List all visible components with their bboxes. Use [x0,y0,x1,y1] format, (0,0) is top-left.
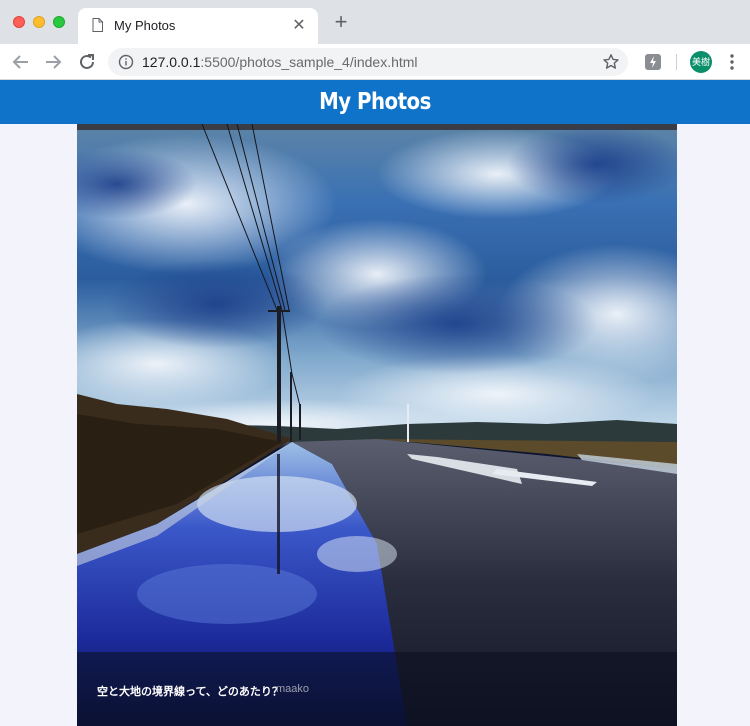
tab-close-icon[interactable]: ✕ [290,15,308,35]
browser-tab-bar: My Photos ✕ + [0,0,750,44]
photo-author: maako [276,683,310,695]
url-text[interactable]: 127.0.0.1:5500/photos_sample_4/index.htm… [142,54,418,70]
back-arrow-icon[interactable] [10,51,32,73]
extension-icon[interactable] [644,53,662,71]
reload-icon[interactable] [76,51,98,73]
window-zoom-button[interactable] [53,16,65,28]
photo-image [77,124,677,726]
site-title: My Photos [319,89,431,115]
forward-arrow-icon[interactable] [42,51,64,73]
window-close-button[interactable] [13,16,25,28]
url-host: 127.0.0.1 [142,54,201,70]
profile-avatar[interactable]: 美樹 [690,51,712,73]
page-icon [92,18,103,32]
photo-caption: 空と大地の境界線って、どのあたり？ maako [77,652,677,726]
browser-toolbar: 127.0.0.1:5500/photos_sample_4/index.htm… [0,44,750,80]
menu-icon[interactable] [724,52,740,72]
toolbar-separator [676,54,677,70]
tab-title: My Photos [114,18,176,33]
star-icon[interactable] [602,53,620,71]
info-icon[interactable] [118,54,134,70]
url-path: :5500/photos_sample_4/index.html [200,54,418,70]
browser-tab[interactable]: My Photos ✕ [78,8,318,44]
window-minimize-button[interactable] [33,16,45,28]
photo-title: 空と大地の境界線って、どのあたり？ [97,686,283,698]
address-bar[interactable]: 127.0.0.1:5500/photos_sample_4/index.htm… [108,48,628,76]
site-header: My Photos [0,80,750,124]
new-tab-button[interactable]: + [330,11,352,33]
photo-card[interactable]: 空と大地の境界線って、どのあたり？ maako [77,124,677,726]
